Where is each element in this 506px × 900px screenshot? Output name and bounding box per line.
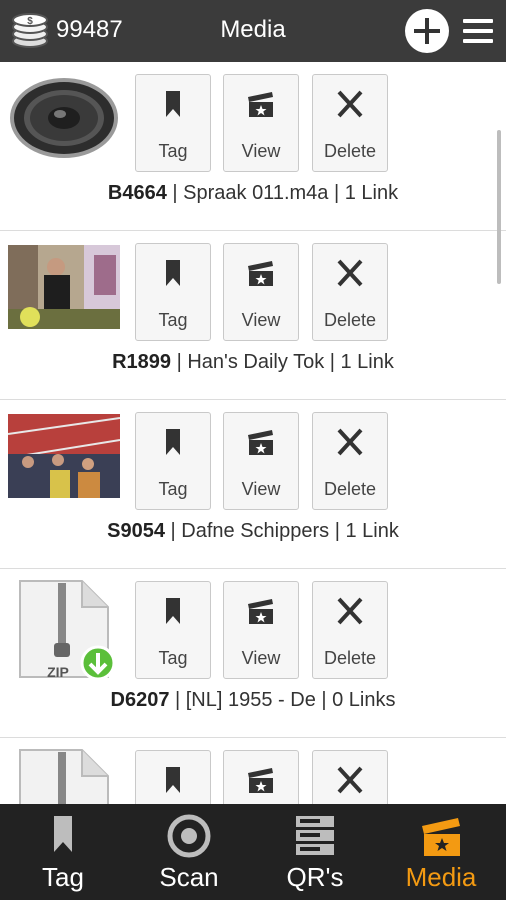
view-button[interactable]: View [223, 750, 299, 804]
top-bar: $ 99487 Media [0, 0, 506, 62]
delete-button[interactable]: Delete [312, 74, 388, 172]
nav-media[interactable]: Media [378, 804, 504, 900]
list-item: Tag View Delete [0, 738, 506, 804]
video-thumbnail[interactable] [8, 414, 120, 498]
list-item: Tag View Delete B4664 | Spraak 011.m4a |… [0, 62, 506, 231]
view-button[interactable]: View [223, 412, 299, 510]
clapper-icon [248, 261, 273, 286]
bookmark-icon [166, 767, 180, 793]
scrollbar[interactable] [497, 130, 501, 284]
delete-button[interactable]: Delete [312, 243, 388, 341]
close-icon [337, 766, 363, 794]
plus-icon [414, 18, 440, 44]
media-clapper-icon [422, 818, 460, 856]
delete-button[interactable]: Delete [312, 581, 388, 679]
bookmark-icon [166, 260, 180, 286]
nav-qrs[interactable]: QR's [252, 804, 378, 900]
list-item: Tag View Delete S9054 | Dafne Schippers … [0, 400, 506, 569]
nav-tag[interactable]: Tag [0, 804, 126, 900]
close-icon [337, 259, 363, 287]
bottom-nav: Tag Scan QR's Media [0, 804, 506, 900]
add-button[interactable] [405, 9, 449, 53]
list-item: Tag View Delete R1899 | Han's Daily Tok … [0, 231, 506, 400]
scan-target-icon [167, 814, 211, 858]
zip-file-thumbnail[interactable] [8, 746, 120, 804]
tag-button[interactable]: Tag [135, 243, 211, 341]
hamburger-menu-icon [463, 19, 493, 23]
clapper-icon [248, 599, 273, 624]
delete-button[interactable]: Delete [312, 412, 388, 510]
tag-button[interactable]: Tag [135, 581, 211, 679]
close-icon [337, 428, 363, 456]
nav-scan[interactable]: Scan [126, 804, 252, 900]
view-button[interactable]: View [223, 243, 299, 341]
clapper-icon [248, 430, 273, 455]
bookmark-icon [166, 598, 180, 624]
bookmark-icon [166, 91, 180, 117]
tag-button[interactable]: Tag [135, 750, 211, 804]
close-icon [337, 597, 363, 625]
delete-button[interactable]: Delete [312, 750, 388, 804]
zip-file-thumbnail[interactable]: ZIP [8, 577, 120, 687]
view-button[interactable]: View [223, 581, 299, 679]
speaker-thumbnail[interactable] [8, 76, 120, 160]
clapper-icon [248, 92, 273, 117]
media-caption: B4664 | Spraak 011.m4a | 1 Link [107, 182, 399, 204]
list-item: ZIP Tag View Delete D6207 | [NL] 1955 - … [0, 569, 506, 738]
close-icon [337, 90, 363, 118]
tag-button[interactable]: Tag [135, 412, 211, 510]
media-list[interactable]: Tag View Delete B4664 | Spraak 011.m4a |… [0, 62, 506, 804]
view-button[interactable]: View [223, 74, 299, 172]
clapper-icon [248, 768, 273, 793]
bookmark-icon [54, 816, 72, 852]
media-caption: D6207 | [NL] 1955 - De | 0 Links [110, 689, 396, 711]
menu-button[interactable] [461, 15, 495, 47]
svg-text:ZIP: ZIP [47, 664, 69, 680]
server-stack-icon [296, 816, 334, 855]
media-caption: R1899 | Han's Daily Tok | 1 Link [112, 351, 394, 373]
video-thumbnail[interactable] [8, 245, 120, 329]
bookmark-icon [166, 429, 180, 455]
tag-button[interactable]: Tag [135, 74, 211, 172]
media-caption: S9054 | Dafne Schippers | 1 Link [107, 520, 399, 542]
